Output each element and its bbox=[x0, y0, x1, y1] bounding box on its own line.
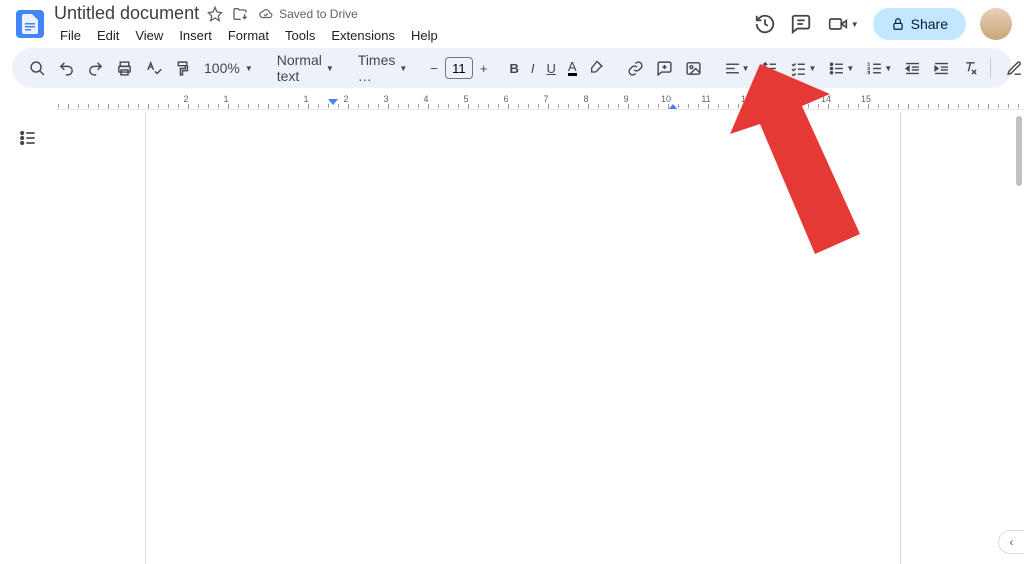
menu-extensions[interactable]: Extensions bbox=[325, 26, 401, 45]
avatar[interactable] bbox=[980, 8, 1012, 40]
menu-help[interactable]: Help bbox=[405, 26, 444, 45]
decrease-font-size[interactable]: − bbox=[425, 57, 443, 80]
document-outline-icon[interactable] bbox=[18, 128, 38, 564]
menu-view[interactable]: View bbox=[129, 26, 169, 45]
toolbar: 100%▼ Normal text▼ Times …▼ − + B I U A … bbox=[12, 48, 1012, 88]
menu-bar: File Edit View Insert Format Tools Exten… bbox=[54, 26, 444, 45]
bold-icon[interactable]: B bbox=[504, 57, 523, 80]
header-bar: Untitled document Saved to Drive File Ed… bbox=[0, 0, 1024, 48]
highlight-icon[interactable] bbox=[584, 56, 610, 80]
share-button[interactable]: Share bbox=[873, 8, 966, 40]
font-size-input[interactable] bbox=[445, 57, 473, 79]
zoom-select[interactable]: 100%▼ bbox=[198, 56, 259, 80]
menu-edit[interactable]: Edit bbox=[91, 26, 125, 45]
editing-mode-icon[interactable]: ▼ bbox=[1001, 56, 1024, 81]
line-spacing-icon[interactable] bbox=[756, 56, 783, 81]
font-value: Times … bbox=[358, 52, 396, 84]
header-right: ▼ Share bbox=[754, 8, 1012, 40]
font-select[interactable]: Times …▼ bbox=[352, 48, 414, 88]
increase-font-size[interactable]: + bbox=[475, 57, 493, 80]
horizontal-ruler[interactable]: 21123456789101112131415 bbox=[56, 94, 1024, 110]
bulleted-list-icon[interactable]: ▼ bbox=[823, 56, 859, 81]
left-gutter bbox=[0, 112, 56, 564]
add-comment-icon[interactable] bbox=[651, 56, 678, 81]
paint-format-icon[interactable] bbox=[169, 56, 196, 81]
zoom-value: 100% bbox=[204, 60, 240, 76]
menu-insert[interactable]: Insert bbox=[173, 26, 218, 45]
scrollbar-thumb[interactable] bbox=[1016, 116, 1022, 186]
underline-icon[interactable]: U bbox=[542, 57, 561, 80]
history-icon[interactable] bbox=[754, 13, 776, 35]
redo-icon[interactable] bbox=[82, 56, 109, 81]
spellcheck-icon[interactable] bbox=[140, 56, 167, 81]
share-label: Share bbox=[911, 16, 948, 32]
comments-icon[interactable] bbox=[790, 13, 812, 35]
video-call-icon[interactable]: ▼ bbox=[826, 14, 859, 34]
document-title[interactable]: Untitled document bbox=[54, 3, 199, 24]
saved-label: Saved to Drive bbox=[279, 7, 358, 21]
docs-logo[interactable] bbox=[16, 10, 44, 38]
numbered-list-icon[interactable]: 123▼ bbox=[861, 56, 897, 81]
image-icon[interactable] bbox=[680, 56, 707, 81]
document-page[interactable] bbox=[145, 112, 901, 564]
align-icon[interactable]: ▼ bbox=[719, 56, 755, 81]
text-color-icon[interactable]: A bbox=[563, 57, 582, 80]
side-panel-toggle[interactable]: ‹ bbox=[998, 530, 1024, 554]
cloud-saved-status[interactable]: Saved to Drive bbox=[257, 7, 358, 21]
move-folder-icon[interactable] bbox=[231, 6, 249, 22]
star-icon[interactable] bbox=[207, 6, 223, 22]
decrease-indent-icon[interactable] bbox=[899, 56, 926, 81]
search-icon[interactable] bbox=[24, 56, 51, 81]
italic-icon[interactable]: I bbox=[526, 57, 540, 80]
menu-format[interactable]: Format bbox=[222, 26, 275, 45]
increase-indent-icon[interactable] bbox=[928, 56, 955, 81]
style-value: Normal text bbox=[277, 52, 322, 84]
cloud-saved-icon bbox=[257, 7, 275, 21]
workspace: ‹ bbox=[0, 112, 1024, 564]
print-icon[interactable] bbox=[111, 56, 138, 81]
menu-file[interactable]: File bbox=[54, 26, 87, 45]
svg-text:3: 3 bbox=[868, 70, 871, 76]
undo-icon[interactable] bbox=[53, 56, 80, 81]
right-padding: ‹ bbox=[990, 112, 1024, 564]
clear-formatting-icon[interactable] bbox=[957, 56, 984, 81]
lock-icon bbox=[891, 17, 905, 31]
checklist-icon[interactable]: ▼ bbox=[785, 56, 821, 81]
menu-tools[interactable]: Tools bbox=[279, 26, 321, 45]
paragraph-style-select[interactable]: Normal text▼ bbox=[271, 48, 340, 88]
ruler-area: 21123456789101112131415 bbox=[0, 94, 1024, 112]
title-block: Untitled document Saved to Drive File Ed… bbox=[54, 3, 444, 45]
link-icon[interactable] bbox=[622, 56, 649, 81]
separator bbox=[990, 58, 991, 78]
